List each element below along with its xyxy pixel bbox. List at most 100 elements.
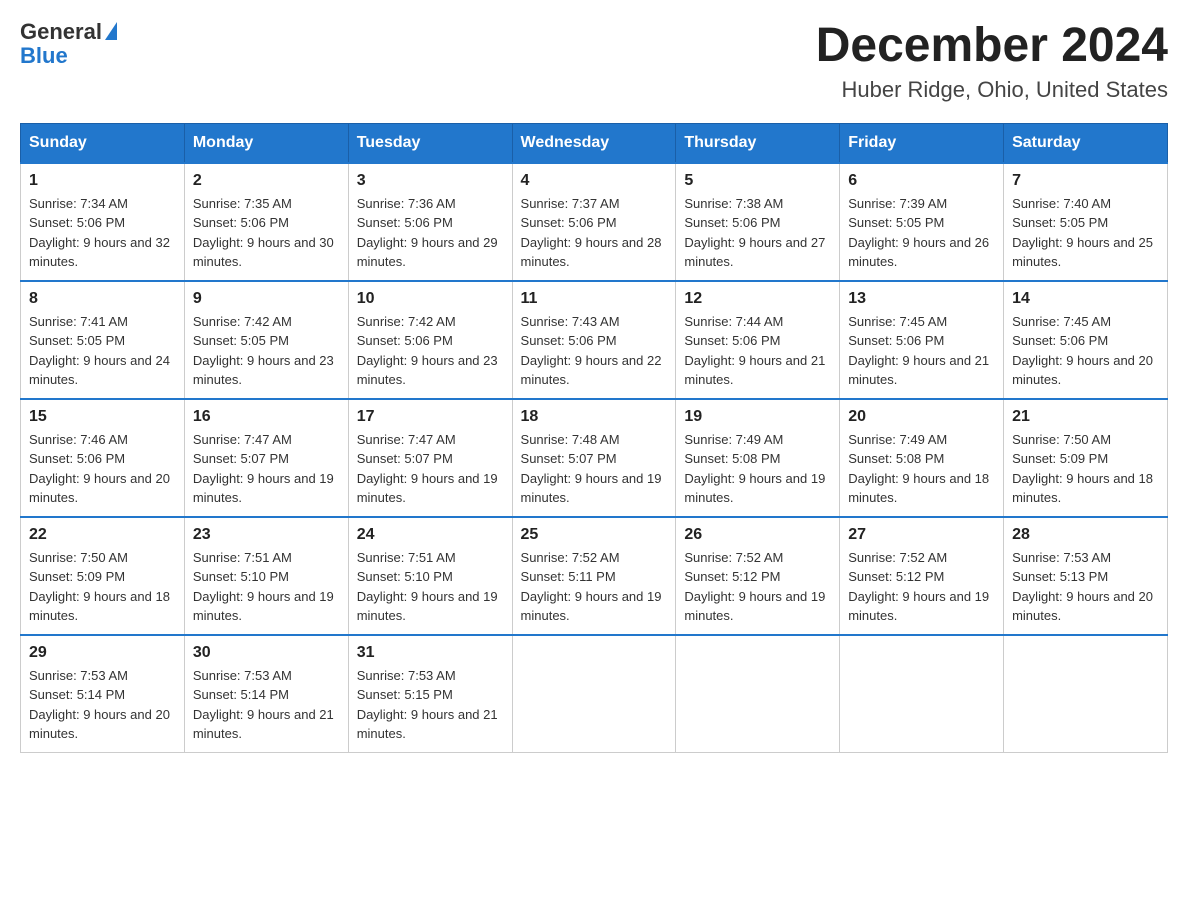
calendar-cell: 2 Sunrise: 7:35 AMSunset: 5:06 PMDaylight… xyxy=(184,163,348,281)
day-info: Sunrise: 7:43 AMSunset: 5:06 PMDaylight:… xyxy=(521,312,668,390)
day-info: Sunrise: 7:44 AMSunset: 5:06 PMDaylight:… xyxy=(684,312,831,390)
calendar-cell: 11 Sunrise: 7:43 AMSunset: 5:06 PMDayligh… xyxy=(512,281,676,399)
day-info: Sunrise: 7:37 AMSunset: 5:06 PMDaylight:… xyxy=(521,194,668,272)
day-info: Sunrise: 7:40 AMSunset: 5:05 PMDaylight:… xyxy=(1012,194,1159,272)
calendar-cell: 5 Sunrise: 7:38 AMSunset: 5:06 PMDaylight… xyxy=(676,163,840,281)
weekday-header-tuesday: Tuesday xyxy=(348,123,512,163)
day-number: 23 xyxy=(193,526,340,544)
day-info: Sunrise: 7:52 AMSunset: 5:12 PMDaylight:… xyxy=(684,548,831,626)
day-info: Sunrise: 7:53 AMSunset: 5:14 PMDaylight:… xyxy=(193,666,340,744)
day-info: Sunrise: 7:42 AMSunset: 5:05 PMDaylight:… xyxy=(193,312,340,390)
calendar-cell: 14Sunrise: 7:45 AMSunset: 5:06 PMDayligh… xyxy=(1004,281,1168,399)
day-info: Sunrise: 7:48 AMSunset: 5:07 PMDaylight:… xyxy=(521,430,668,508)
day-number: 2 xyxy=(193,172,340,190)
week-row-3: 15Sunrise: 7:46 AMSunset: 5:06 PMDayligh… xyxy=(21,399,1168,517)
day-number: 11 xyxy=(521,290,668,308)
calendar-cell: 30 Sunrise: 7:53 AMSunset: 5:14 PMDayligh… xyxy=(184,635,348,753)
weekday-header-wednesday: Wednesday xyxy=(512,123,676,163)
calendar-cell: 16Sunrise: 7:47 AMSunset: 5:07 PMDayligh… xyxy=(184,399,348,517)
logo-blue-text: Blue xyxy=(20,44,68,68)
week-row-5: 29Sunrise: 7:53 AMSunset: 5:14 PMDayligh… xyxy=(21,635,1168,753)
month-title: December 2024 xyxy=(816,20,1168,73)
day-info: Sunrise: 7:51 AMSunset: 5:10 PMDaylight:… xyxy=(193,548,340,626)
weekday-header-saturday: Saturday xyxy=(1004,123,1168,163)
calendar-cell: 15Sunrise: 7:46 AMSunset: 5:06 PMDayligh… xyxy=(21,399,185,517)
day-number: 3 xyxy=(357,172,504,190)
logo-general-text: General xyxy=(20,20,102,44)
calendar-cell: 28 Sunrise: 7:53 AMSunset: 5:13 PMDayligh… xyxy=(1004,517,1168,635)
weekday-header-friday: Friday xyxy=(840,123,1004,163)
calendar-header: SundayMondayTuesdayWednesdayThursdayFrid… xyxy=(21,123,1168,163)
logo: General Blue xyxy=(20,20,117,68)
day-info: Sunrise: 7:34 AMSunset: 5:06 PMDaylight:… xyxy=(29,194,176,272)
day-info: Sunrise: 7:53 AMSunset: 5:13 PMDaylight:… xyxy=(1012,548,1159,626)
day-number: 9 xyxy=(193,290,340,308)
day-number: 21 xyxy=(1012,408,1159,426)
week-row-2: 8 Sunrise: 7:41 AMSunset: 5:05 PMDaylight… xyxy=(21,281,1168,399)
day-info: Sunrise: 7:47 AMSunset: 5:07 PMDaylight:… xyxy=(193,430,340,508)
day-number: 5 xyxy=(684,172,831,190)
calendar-cell: 10 Sunrise: 7:42 AMSunset: 5:06 PMDayligh… xyxy=(348,281,512,399)
calendar-cell: 26 Sunrise: 7:52 AMSunset: 5:12 PMDayligh… xyxy=(676,517,840,635)
day-number: 31 xyxy=(357,644,504,662)
calendar-cell: 31 Sunrise: 7:53 AMSunset: 5:15 PMDayligh… xyxy=(348,635,512,753)
location-title: Huber Ridge, Ohio, United States xyxy=(816,77,1168,103)
day-info: Sunrise: 7:47 AMSunset: 5:07 PMDaylight:… xyxy=(357,430,504,508)
calendar-cell: 19 Sunrise: 7:49 AMSunset: 5:08 PMDayligh… xyxy=(676,399,840,517)
day-number: 28 xyxy=(1012,526,1159,544)
day-number: 25 xyxy=(521,526,668,544)
day-number: 4 xyxy=(521,172,668,190)
calendar-cell xyxy=(840,635,1004,753)
calendar-cell: 23 Sunrise: 7:51 AMSunset: 5:10 PMDayligh… xyxy=(184,517,348,635)
calendar-cell xyxy=(512,635,676,753)
day-info: Sunrise: 7:45 AMSunset: 5:06 PMDaylight:… xyxy=(1012,312,1159,390)
weekday-header-row: SundayMondayTuesdayWednesdayThursdayFrid… xyxy=(21,123,1168,163)
calendar-cell: 27Sunrise: 7:52 AMSunset: 5:12 PMDayligh… xyxy=(840,517,1004,635)
title-block: December 2024 Huber Ridge, Ohio, United … xyxy=(816,20,1168,103)
day-number: 22 xyxy=(29,526,176,544)
day-number: 19 xyxy=(684,408,831,426)
calendar-table: SundayMondayTuesdayWednesdayThursdayFrid… xyxy=(20,123,1168,753)
calendar-cell: 6 Sunrise: 7:39 AMSunset: 5:05 PMDaylight… xyxy=(840,163,1004,281)
weekday-header-monday: Monday xyxy=(184,123,348,163)
calendar-cell: 13Sunrise: 7:45 AMSunset: 5:06 PMDayligh… xyxy=(840,281,1004,399)
day-info: Sunrise: 7:52 AMSunset: 5:12 PMDaylight:… xyxy=(848,548,995,626)
week-row-4: 22Sunrise: 7:50 AMSunset: 5:09 PMDayligh… xyxy=(21,517,1168,635)
day-info: Sunrise: 7:49 AMSunset: 5:08 PMDaylight:… xyxy=(684,430,831,508)
calendar-cell: 29Sunrise: 7:53 AMSunset: 5:14 PMDayligh… xyxy=(21,635,185,753)
day-number: 13 xyxy=(848,290,995,308)
day-info: Sunrise: 7:49 AMSunset: 5:08 PMDaylight:… xyxy=(848,430,995,508)
day-number: 1 xyxy=(29,172,176,190)
day-number: 6 xyxy=(848,172,995,190)
day-info: Sunrise: 7:52 AMSunset: 5:11 PMDaylight:… xyxy=(521,548,668,626)
day-info: Sunrise: 7:36 AMSunset: 5:06 PMDaylight:… xyxy=(357,194,504,272)
day-info: Sunrise: 7:39 AMSunset: 5:05 PMDaylight:… xyxy=(848,194,995,272)
day-info: Sunrise: 7:35 AMSunset: 5:06 PMDaylight:… xyxy=(193,194,340,272)
day-info: Sunrise: 7:42 AMSunset: 5:06 PMDaylight:… xyxy=(357,312,504,390)
calendar-cell xyxy=(676,635,840,753)
calendar-cell: 1 Sunrise: 7:34 AMSunset: 5:06 PMDaylight… xyxy=(21,163,185,281)
day-number: 26 xyxy=(684,526,831,544)
calendar-cell: 3 Sunrise: 7:36 AMSunset: 5:06 PMDaylight… xyxy=(348,163,512,281)
calendar-cell: 7Sunrise: 7:40 AMSunset: 5:05 PMDaylight… xyxy=(1004,163,1168,281)
day-number: 10 xyxy=(357,290,504,308)
day-info: Sunrise: 7:38 AMSunset: 5:06 PMDaylight:… xyxy=(684,194,831,272)
day-number: 15 xyxy=(29,408,176,426)
calendar-cell: 9 Sunrise: 7:42 AMSunset: 5:05 PMDaylight… xyxy=(184,281,348,399)
day-number: 8 xyxy=(29,290,176,308)
page-header: General Blue December 2024 Huber Ridge, … xyxy=(20,20,1168,103)
day-number: 18 xyxy=(521,408,668,426)
day-number: 12 xyxy=(684,290,831,308)
calendar-cell: 17Sunrise: 7:47 AMSunset: 5:07 PMDayligh… xyxy=(348,399,512,517)
calendar-cell: 24Sunrise: 7:51 AMSunset: 5:10 PMDayligh… xyxy=(348,517,512,635)
day-info: Sunrise: 7:41 AMSunset: 5:05 PMDaylight:… xyxy=(29,312,176,390)
day-info: Sunrise: 7:53 AMSunset: 5:15 PMDaylight:… xyxy=(357,666,504,744)
day-number: 20 xyxy=(848,408,995,426)
calendar-cell: 20 Sunrise: 7:49 AMSunset: 5:08 PMDayligh… xyxy=(840,399,1004,517)
day-number: 30 xyxy=(193,644,340,662)
calendar-cell: 18 Sunrise: 7:48 AMSunset: 5:07 PMDayligh… xyxy=(512,399,676,517)
calendar-cell: 21Sunrise: 7:50 AMSunset: 5:09 PMDayligh… xyxy=(1004,399,1168,517)
calendar-cell: 12 Sunrise: 7:44 AMSunset: 5:06 PMDayligh… xyxy=(676,281,840,399)
weekday-header-sunday: Sunday xyxy=(21,123,185,163)
calendar-cell: 4 Sunrise: 7:37 AMSunset: 5:06 PMDaylight… xyxy=(512,163,676,281)
